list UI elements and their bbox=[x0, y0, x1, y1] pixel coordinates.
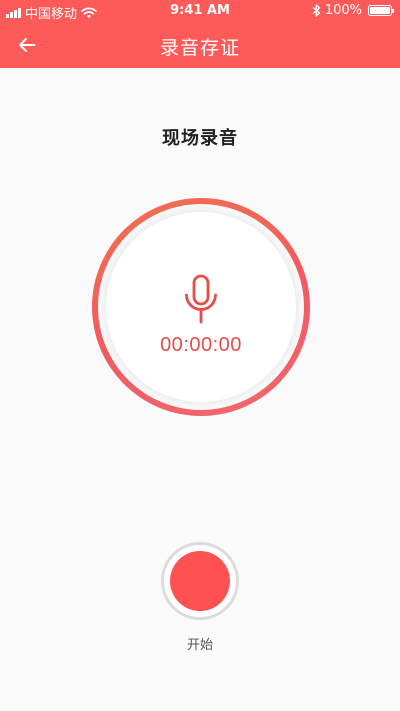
status-bar: 中国移动 9:41 AM 100% bbox=[0, 0, 400, 22]
page-title: 录音存证 bbox=[159, 37, 240, 59]
record-dot bbox=[170, 551, 230, 611]
start-record-button[interactable] bbox=[161, 542, 239, 620]
battery-percent: 100% bbox=[324, 3, 362, 18]
start-label: 开始 bbox=[186, 638, 213, 653]
nav-bar: 录音存证 bbox=[0, 22, 400, 68]
app-header: 中国移动 9:41 AM 100% 录音存证 bbox=[0, 0, 400, 68]
bluetooth-icon bbox=[312, 4, 320, 17]
status-right: 100% bbox=[312, 3, 394, 18]
microphone-icon bbox=[185, 274, 217, 324]
recording-dial: 00:00:00 bbox=[92, 198, 310, 416]
recording-dial-face: 00:00:00 bbox=[106, 212, 296, 402]
battery-icon bbox=[368, 5, 394, 16]
section-heading: 现场录音 bbox=[162, 128, 238, 149]
recording-timer: 00:00:00 bbox=[160, 334, 242, 356]
